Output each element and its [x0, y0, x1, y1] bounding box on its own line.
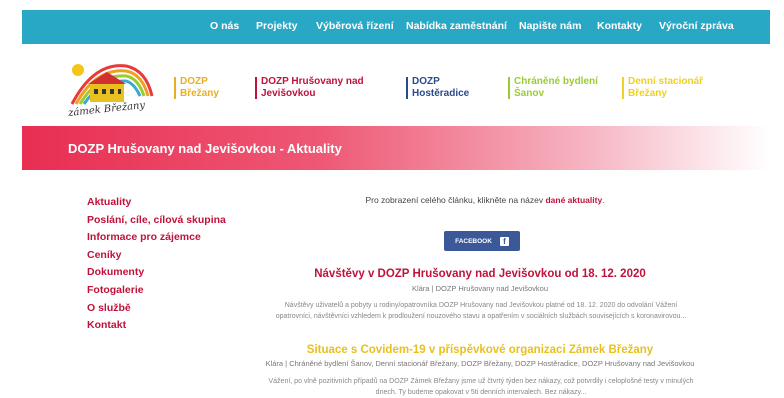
page-banner: DOZP Hrušovany nad Jevišovkou - Aktualit…: [22, 126, 770, 170]
sidebar-menu: Aktuality Poslání, cíle, cílová skupina …: [87, 194, 226, 335]
sidebar-item-dokumenty[interactable]: Dokumenty: [87, 264, 226, 282]
sidebar-item-aktuality[interactable]: Aktuality: [87, 194, 226, 212]
brand-bar: [508, 77, 510, 99]
nav-item-vyberova-rizeni[interactable]: Výběrová řízení: [316, 20, 394, 32]
sidebar-item-poslani[interactable]: Poslání, cíle, cílová skupina: [87, 212, 226, 230]
brand-bar: [255, 77, 257, 99]
intro-text: Pro zobrazení celého článku, klikněte na…: [365, 195, 605, 205]
nav-item-o-nas[interactable]: O nás: [210, 20, 239, 32]
nav-item-kontakty[interactable]: Kontakty: [597, 20, 642, 32]
sidebar-item-kontakt[interactable]: Kontakt: [87, 317, 226, 335]
brand-chranene-bydleni-sanov[interactable]: Chráněné bydlení Šanov: [508, 76, 624, 100]
brand-dozp-hosteradice[interactable]: DOZP Hostěradice: [406, 76, 522, 100]
sidebar-item-o-sluzbe[interactable]: O službě: [87, 300, 226, 318]
sidebar-item-informace[interactable]: Informace pro zájemce: [87, 229, 226, 247]
article-excerpt-line: opatrovníci, návštěvníci vzhledem k prod…: [275, 313, 687, 320]
article-meta: Klára | DOZP Hrušovany nad Jevišovkou: [411, 284, 549, 293]
intro-link[interactable]: dané aktuality: [545, 195, 602, 205]
article-meta: Klára | Chráněné bydlení Šanov, Denní st…: [265, 359, 695, 368]
nav-item-vyrocni-zprava[interactable]: Výroční zpráva: [659, 20, 734, 32]
facebook-icon: f: [499, 236, 509, 246]
sidebar-item-ceniky[interactable]: Ceníky: [87, 247, 226, 265]
facebook-label: FACEBOOK: [455, 237, 492, 245]
brand-bar: [174, 77, 176, 99]
nav-item-nabidka-zamestnani[interactable]: Nabídka zaměstnání: [406, 20, 507, 32]
nav-item-projekty[interactable]: Projekty: [256, 20, 297, 32]
article-title[interactable]: Situace s Covidem-19 v příspěvkové organ…: [230, 344, 730, 356]
top-navigation: O nás Projekty Výběrová řízení Nabídka z…: [22, 10, 770, 44]
brand-bar: [406, 77, 408, 99]
nav-item-napiste-nam[interactable]: Napište nám: [519, 20, 581, 32]
brand-dozp-hrusovany[interactable]: DOZP Hrušovany nad Jevišovkou: [255, 76, 371, 100]
page-title: DOZP Hrušovany nad Jevišovkou - Aktualit…: [68, 141, 342, 156]
sidebar-item-fotogalerie[interactable]: Fotogalerie: [87, 282, 226, 300]
brand-bar: [622, 77, 624, 99]
article-title[interactable]: Návštěvy v DOZP Hrušovany nad Jevišovkou…: [230, 268, 730, 280]
site-logo[interactable]: zámek Břežany: [64, 56, 158, 120]
article-excerpt-line: Návštěvy uživatelů a pobyty u rodiny/opa…: [284, 302, 678, 309]
facebook-button[interactable]: FACEBOOK f: [444, 231, 520, 251]
article-excerpt-line: Vážení, po vlně pozitivních případů na D…: [268, 378, 694, 385]
brand-denni-stacionar-brezany[interactable]: Denní stacionář Břežany: [622, 76, 738, 100]
article-excerpt-line: dnech. Ty budeme opakovat v 5ti denních …: [375, 389, 587, 396]
